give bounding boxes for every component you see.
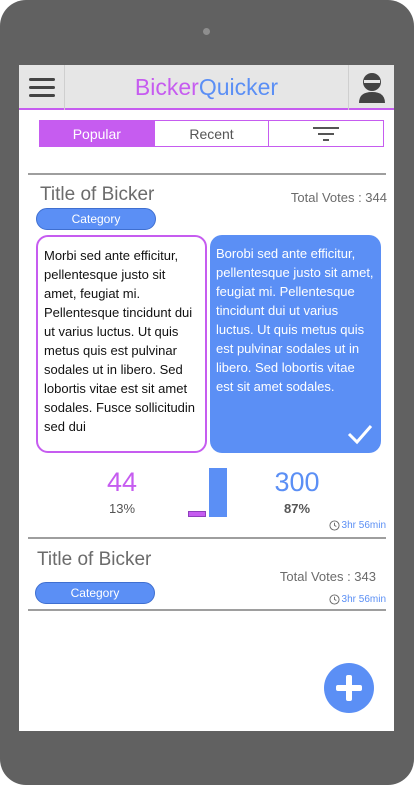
left-vote-bar [188,511,206,517]
opinion-left[interactable]: Morbi sed ante efficitur, pellentesque j… [36,235,207,453]
profile-button[interactable] [348,65,394,110]
clock-icon [328,594,340,605]
category-badge[interactable]: Category [36,208,156,230]
tab-popular[interactable]: Popular [40,121,155,146]
right-vote-bar [209,468,227,517]
phone-frame: BickerQuicker Popular Recent Title of Bi… [0,0,414,785]
opinion-left-text: Morbi sed ante efficitur, pellentesque j… [44,248,196,434]
time-remaining-text: 3hr 56min [341,520,386,531]
plus-icon [346,675,352,701]
opinion-right[interactable]: Borobi sed ante efficitur, pellentesque … [210,235,381,453]
divider [28,537,386,539]
hamburger-menu-icon [29,94,55,97]
app-title: BickerQuicker [65,74,348,101]
bicker-title[interactable]: Title of Bicker [40,184,154,206]
bicker-title[interactable]: Title of Bicker [37,549,151,571]
app-title-quicker: Quicker [198,74,279,100]
add-bicker-button[interactable] [324,663,374,713]
filter-icon [313,126,340,141]
total-votes: Total Votes : 344 [290,190,387,205]
category-badge[interactable]: Category [35,582,155,604]
filter-button[interactable] [269,121,384,146]
total-votes: Total Votes : 343 [279,569,376,584]
hamburger-menu-icon [29,78,55,81]
clock-icon [328,520,340,531]
right-vote-percent: 87% [283,501,311,516]
time-remaining: 3hr 56min [328,520,386,531]
checkmark-icon [347,425,373,445]
tab-recent[interactable]: Recent [154,121,270,146]
time-remaining: 3hr 56min [328,594,386,605]
left-vote-percent: 13% [108,501,136,516]
app-title-bicker: Bicker [134,74,199,100]
time-remaining-text: 3hr 56min [341,594,386,605]
user-avatar-icon [359,73,385,103]
divider [28,609,386,611]
divider [28,173,386,175]
right-vote-count: 300 [274,467,320,497]
camera-dot [203,28,210,35]
app-header: BickerQuicker [19,65,394,110]
app-screen: BickerQuicker Popular Recent Title of Bi… [19,65,394,731]
menu-button[interactable] [19,65,65,110]
left-vote-count: 44 [106,467,138,497]
hamburger-menu-icon [29,86,55,89]
feed-tabs: Popular Recent [39,120,384,147]
opinion-right-text: Borobi sed ante efficitur, pellentesque … [216,246,374,394]
